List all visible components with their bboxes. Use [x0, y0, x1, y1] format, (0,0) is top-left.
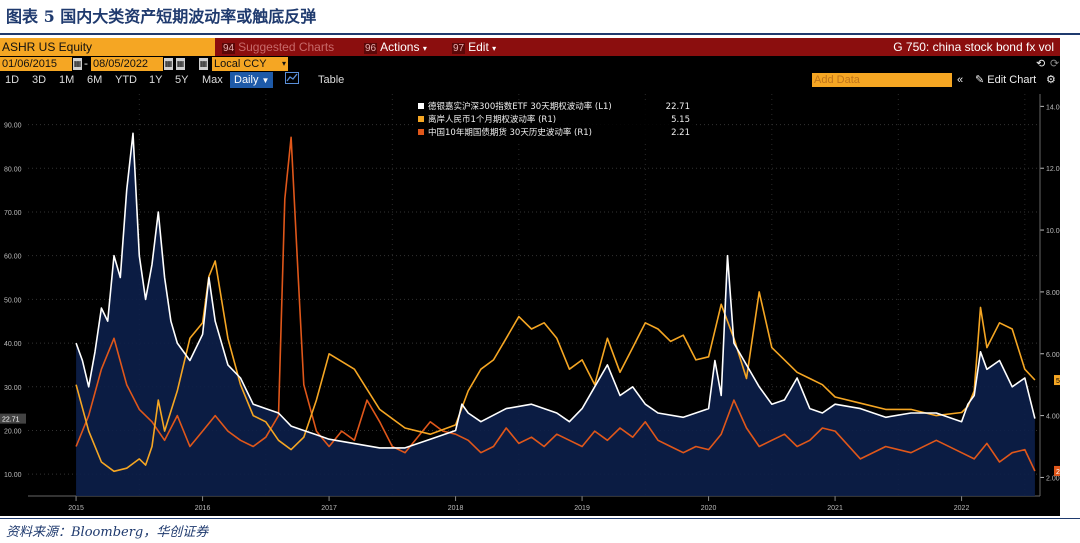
end-date-field[interactable]: 08/05/2022 [91, 57, 163, 71]
right-axis-tick-label: 2.00 [1046, 475, 1060, 482]
period-5y[interactable]: 5Y [175, 72, 188, 88]
last-value-darkorange: 2.21 [1056, 469, 1060, 476]
suggested-label: Suggested Charts [238, 40, 335, 54]
right-axis-tick-label: 10.00 [1046, 228, 1060, 235]
legend-label: 中国10年期国债期货 30天历史波动率 (R1) [428, 127, 592, 138]
legend-value: 5.15 [671, 115, 690, 125]
legend-label: 德银嘉实沪深300指数ETF 30天期权波动率 (L1) [428, 101, 612, 112]
left-axis-tick-label: 70.00 [4, 210, 22, 217]
x-axis-tick-label: 2020 [701, 505, 717, 512]
dropdown-caret-icon: ▾ [281, 59, 286, 68]
left-axis-tick-label: 80.00 [4, 166, 22, 173]
date-separator: - [84, 57, 88, 70]
calendar-icon[interactable]: ▦ [176, 58, 185, 70]
period-toolbar: 1D 3D 1M 6M YTD 1Y 5Y Max Daily ▼ Table … [0, 58, 1060, 88]
suggested-charts-button[interactable]: 94 Suggested Charts [222, 38, 334, 56]
period-3d[interactable]: 3D [32, 72, 46, 88]
start-date-field[interactable]: 01/06/2015 [0, 57, 72, 71]
table-button[interactable]: Table [318, 72, 344, 88]
graph-title: G 750: china stock bond fx vol [893, 40, 1054, 54]
currency-select[interactable]: Local CCY ▾ [212, 57, 288, 71]
actions-label: Actions [380, 40, 420, 54]
edit-chart-label: Edit Chart [987, 74, 1037, 86]
edit-menu[interactable]: 97 Edit ▾ [452, 38, 496, 56]
figure-title: 图表 5 国内大类资产短期波动率或触底反弹 [6, 7, 317, 26]
dropdown-caret-icon: ▾ [422, 44, 427, 53]
x-axis-tick-label: 2022 [954, 505, 970, 512]
bloomberg-terminal: ASHR US Equity 94 Suggested Charts 96 Acti… [0, 38, 1060, 516]
x-axis-tick-label: 2017 [321, 505, 337, 512]
title-divider [0, 33, 1080, 35]
right-axis-tick-label: 4.00 [1046, 414, 1060, 421]
left-axis-tick-label: 10.00 [4, 472, 22, 479]
right-axis-tick-label: 6.00 [1046, 352, 1060, 359]
x-axis-tick-label: 2019 [574, 505, 590, 512]
pencil-icon: ✎ [975, 74, 985, 86]
line-chart-icon[interactable] [285, 72, 299, 88]
dropdown-caret-icon: ▼ [261, 76, 270, 85]
last-value-left: 22.71 [2, 417, 20, 424]
x-axis-tick-label: 2021 [827, 505, 843, 512]
right-axis-tick-label: 8.00 [1046, 290, 1060, 297]
date-toolbar: 01/06/2015 ▦ - 08/05/2022 ▦ ▦ ▦ Local CC… [0, 56, 1060, 72]
period-ytd[interactable]: YTD [115, 72, 137, 88]
period-max[interactable]: Max [202, 72, 223, 88]
right-axis-tick-label: 12.00 [1046, 166, 1060, 173]
x-axis-tick-label: 2018 [448, 505, 464, 512]
left-axis-tick-label: 60.00 [4, 254, 22, 261]
redo-icon[interactable]: ⟳ [1050, 56, 1059, 72]
suggested-number: 94 [222, 43, 236, 54]
chart-area: 10.00 20.00 30.00 40.00 50.00 60.00 70.00 80.00… [0, 88, 1060, 516]
actions-menu[interactable]: 96 Actions ▾ [364, 38, 427, 56]
undo-icon[interactable]: ⟲ [1036, 56, 1045, 72]
actions-number: 96 [364, 43, 378, 54]
period-1d[interactable]: 1D [5, 72, 19, 88]
left-axis-tick-label: 20.00 [4, 428, 22, 435]
edit-label: Edit [468, 40, 489, 54]
period-6m[interactable]: 6M [87, 72, 102, 88]
calendar-icon[interactable]: ▦ [199, 58, 208, 70]
chart-svg: 10.00 20.00 30.00 40.00 50.00 60.00 70.00 80.00… [0, 94, 1060, 512]
left-axis-tick-label: 50.00 [4, 297, 22, 304]
legend-value: 2.21 [671, 128, 690, 138]
frequency-value: Daily [234, 74, 259, 86]
period-1y[interactable]: 1Y [149, 72, 162, 88]
gear-icon[interactable]: ⚙ [1046, 72, 1056, 88]
source-divider [0, 518, 1080, 519]
legend-swatch [418, 103, 424, 109]
legend-swatch [418, 116, 424, 122]
legend-swatch [418, 129, 424, 135]
currency-value: Local CCY [214, 58, 267, 70]
collapse-icon[interactable]: « [957, 72, 963, 88]
calendar-icon[interactable]: ▦ [164, 58, 173, 70]
add-data-input[interactable]: Add Data [812, 73, 952, 87]
x-axis-tick-label: 2015 [68, 505, 84, 512]
calendar-icon[interactable]: ▦ [73, 58, 82, 70]
x-axis-tick-label: 2016 [195, 505, 211, 512]
source-note: 资料来源：Bloomberg，华创证券 [6, 525, 209, 540]
dropdown-caret-icon: ▾ [492, 44, 497, 53]
ticker-field[interactable]: ASHR US Equity [0, 38, 215, 56]
period-1m[interactable]: 1M [59, 72, 74, 88]
last-value-orange: 5.15 [1056, 378, 1060, 385]
left-axis-tick-label: 90.00 [4, 123, 22, 130]
legend-value: 22.71 [666, 102, 690, 112]
right-axis-tick-label: 14.00 [1046, 104, 1060, 111]
edit-number: 97 [452, 43, 466, 54]
frequency-select[interactable]: Daily ▼ [230, 72, 274, 88]
series-area-fill [76, 133, 1035, 497]
left-axis-tick-label: 40.00 [4, 341, 22, 348]
edit-chart-button[interactable]: ✎ Edit Chart [975, 72, 1036, 88]
left-axis-tick-label: 30.00 [4, 385, 22, 392]
legend-label: 离岸人民币1个月期权波动率 (R1) [428, 114, 556, 125]
top-toolbar: ASHR US Equity 94 Suggested Charts 96 Acti… [0, 38, 1060, 56]
